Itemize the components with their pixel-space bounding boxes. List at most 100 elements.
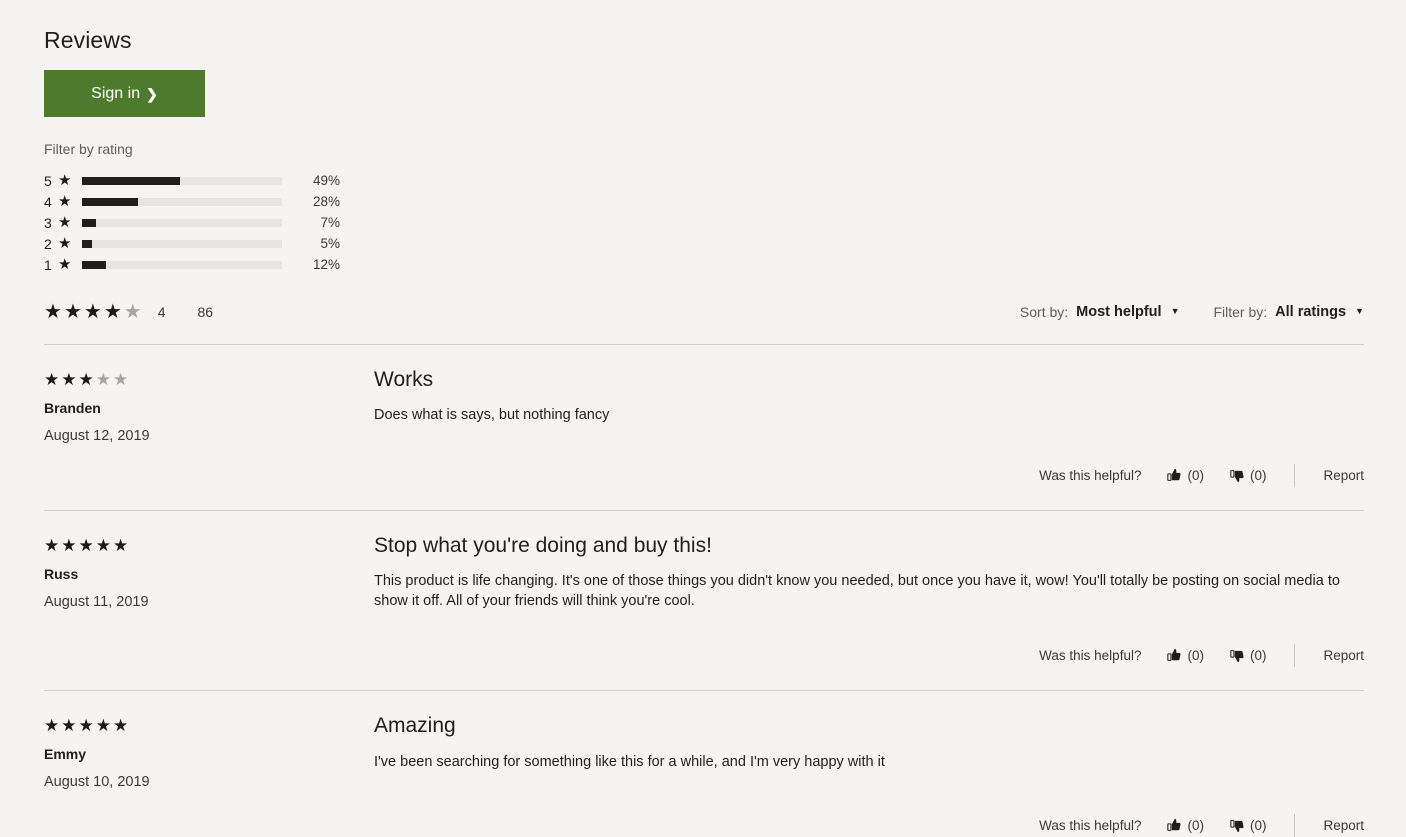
star-icon: ★ <box>61 716 79 736</box>
thumbs-down-button[interactable]: (0) <box>1230 817 1267 833</box>
thumbs-down-count: (0) <box>1249 817 1267 833</box>
star-icon: ★ <box>44 535 62 555</box>
review-rating-stars: ★★★★★ <box>44 371 374 388</box>
review-title: Works <box>374 368 434 391</box>
review-rating-stars: ★★★★★ <box>44 717 374 734</box>
review-body: Stop what you're doing and buy this! This… <box>374 534 1406 627</box>
sort-by-label: Sort by: <box>1019 304 1069 320</box>
rating-histogram-row-5[interactable]: 5 ★ 49% <box>44 170 346 191</box>
thumbs-up-count: (0) <box>1187 648 1204 664</box>
thumbs-up-count: (0) <box>1187 467 1204 483</box>
star-icon: ★ <box>58 235 72 252</box>
divider <box>1294 463 1296 487</box>
review-author: Branden <box>44 400 101 416</box>
filter-by-label: Filter by: <box>1213 304 1268 320</box>
star-icon: ★ <box>44 301 64 323</box>
rating-histogram-row-3[interactable]: 3 ★ 7% <box>44 212 346 233</box>
star-icon: ★ <box>58 172 72 189</box>
rating-histogram-row-4[interactable]: 4 ★ 28% <box>44 191 346 212</box>
rating-histogram-fill <box>82 197 138 206</box>
review-count: 86 <box>197 304 214 320</box>
thumbs-down-count: (0) <box>1249 467 1267 483</box>
star-icon: ★ <box>58 193 72 210</box>
star-icon: ★ <box>95 535 113 555</box>
rating-histogram-fill <box>82 176 180 185</box>
star-icon: ★ <box>61 535 79 555</box>
rating-histogram-percent: 12% <box>312 256 340 272</box>
page-title: Reviews <box>44 27 132 53</box>
rating-histogram-row-1[interactable]: 1 ★ 12% <box>44 254 346 275</box>
review-item: ★★★★★ Russ August 11, 2019 Stop what you're… <box>44 511 1406 668</box>
thumbs-up-icon <box>1167 648 1182 663</box>
review-meta: ★★★★★ Emmy August 10, 2019 <box>44 717 374 790</box>
chevron-down-icon: ▼ <box>1355 306 1364 316</box>
star-icon: ★ <box>58 214 72 231</box>
review-title: Amazing <box>374 714 456 738</box>
thumbs-up-icon <box>1167 468 1182 483</box>
report-link[interactable]: Report <box>1323 648 1364 663</box>
filter-by-dropdown[interactable]: All ratings ▼ <box>1275 304 1364 320</box>
rating-histogram: 5 ★ 49% 4 ★ 28% 3 ★ 7% 2 ★ 5% 1 ★ 12% <box>44 170 346 275</box>
star-icon: ★ <box>58 256 72 273</box>
thumbs-up-icon <box>1167 818 1182 833</box>
sort-by-dropdown[interactable]: Most helpful ▼ <box>1076 304 1179 320</box>
helpful-prompt: Was this helpful? <box>1039 817 1142 833</box>
thumbs-up-button[interactable]: (0) <box>1167 818 1204 833</box>
thumbs-down-button[interactable]: (0) <box>1230 648 1267 664</box>
sign-in-button[interactable]: Sign in ❯ <box>44 70 205 117</box>
rating-histogram-stars-number: 1 <box>44 256 52 273</box>
divider <box>1294 813 1296 837</box>
review-text: Does what is says, but nothing fancy <box>374 407 610 424</box>
review-date: August 11, 2019 <box>44 593 149 610</box>
thumbs-up-button[interactable]: (0) <box>1167 468 1204 483</box>
rating-histogram-percent: 49% <box>312 172 340 188</box>
report-link[interactable]: Report <box>1323 468 1364 483</box>
rating-histogram-track <box>82 260 282 269</box>
thumbs-down-icon <box>1230 468 1245 483</box>
star-icon: ★ <box>78 370 96 389</box>
rating-histogram-row-2[interactable]: 2 ★ 5% <box>44 233 346 254</box>
review-meta: ★★★★★ Branden August 12, 2019 <box>44 371 374 444</box>
filter-by-rating-label: Filter by rating <box>44 141 133 157</box>
review-meta: ★★★★★ Russ August 11, 2019 <box>44 537 374 627</box>
rating-histogram-stars-number: 2 <box>44 235 52 252</box>
star-icon: ★ <box>113 535 131 555</box>
review-author: Russ <box>44 565 79 582</box>
rating-histogram-track <box>82 176 282 185</box>
review-body: Works Does what is says, but nothing fanc… <box>374 368 1406 444</box>
review-rating-stars: ★★★★★ <box>44 537 374 554</box>
review-date: August 10, 2019 <box>44 774 150 791</box>
thumbs-down-count: (0) <box>1249 648 1267 664</box>
sort-by-value: Most helpful <box>1076 304 1162 320</box>
star-icon: ★ <box>95 716 113 736</box>
sign-in-label: Sign in <box>91 84 141 102</box>
helpful-prompt: Was this helpful? <box>1039 648 1142 664</box>
star-icon: ★ <box>78 716 96 736</box>
star-icon: ★ <box>83 301 104 323</box>
rating-histogram-stars-number: 3 <box>44 214 52 231</box>
thumbs-up-count: (0) <box>1187 817 1204 833</box>
rating-histogram-stars-number: 5 <box>44 172 52 189</box>
review-helpful-row: Was this helpful? (0) (0) Report <box>44 813 1406 837</box>
star-icon: ★ <box>63 301 84 323</box>
report-link[interactable]: Report <box>1323 818 1364 833</box>
review-date: August 12, 2019 <box>44 428 150 444</box>
rating-histogram-stars-number: 4 <box>44 193 52 210</box>
rating-histogram-fill <box>82 260 106 269</box>
thumbs-down-button[interactable]: (0) <box>1230 467 1267 483</box>
review-author: Emmy <box>44 746 87 763</box>
star-icon: ★ <box>78 535 96 555</box>
helpful-prompt: Was this helpful? <box>1039 467 1142 483</box>
thumbs-up-button[interactable]: (0) <box>1167 648 1204 663</box>
rating-histogram-track <box>82 218 282 227</box>
review-item: ★★★★★ Emmy August 10, 2019 Amazing I've been… <box>44 691 1406 837</box>
review-body: Amazing I've been searching for something… <box>374 714 1406 790</box>
review-item: ★★★★★ Branden August 12, 2019 Works Does wha… <box>44 345 1406 487</box>
chevron-right-icon: ❯ <box>146 85 158 102</box>
rating-histogram-fill <box>82 239 92 248</box>
star-icon: ★ <box>113 716 131 736</box>
rating-summary-row: ★★★★★ 4 86 Sort by: Most helpful ▼ Filte… <box>44 297 1406 327</box>
rating-histogram-percent: 28% <box>312 193 340 209</box>
rating-histogram-track <box>82 239 282 248</box>
review-text: I've been searching for something like t… <box>374 753 885 770</box>
